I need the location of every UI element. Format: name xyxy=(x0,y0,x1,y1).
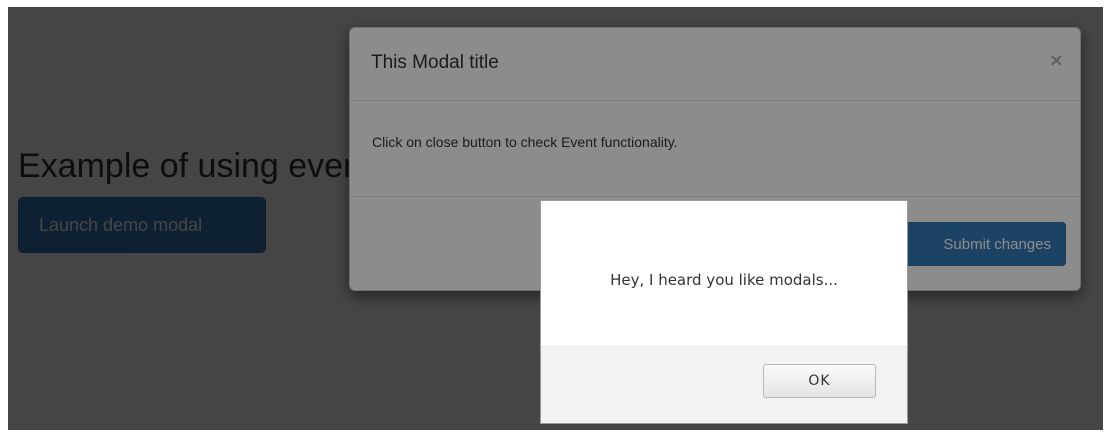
alert-footer: OK xyxy=(541,346,907,423)
browser-viewport: Example of using events Launch demo moda… xyxy=(8,7,1103,430)
alert-message: Hey, I heard you like modals... xyxy=(610,271,838,289)
ok-button[interactable]: OK xyxy=(763,364,876,398)
alert-dialog: Hey, I heard you like modals... OK xyxy=(540,200,908,424)
